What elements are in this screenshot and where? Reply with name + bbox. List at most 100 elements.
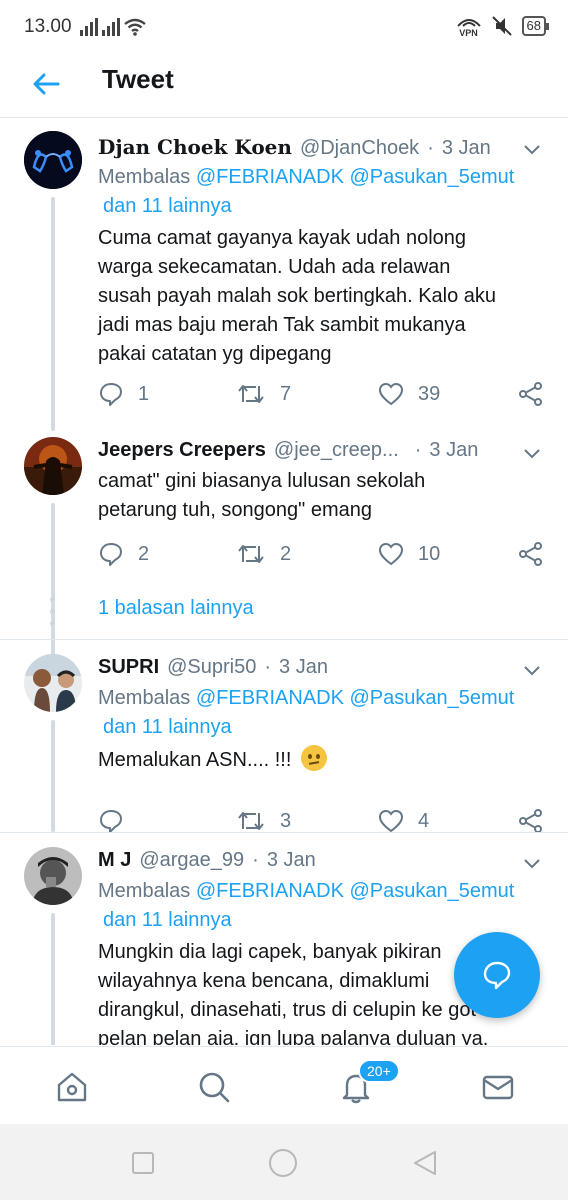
avatar[interactable] xyxy=(24,131,82,189)
mention-link[interactable]: @FEBRIANADK xyxy=(196,166,344,188)
tweet-text: Cuma camat gayanya kayak udah nolong war… xyxy=(98,227,497,365)
retweet-button[interactable]: 2 xyxy=(236,539,291,569)
mention-link[interactable]: @Pasukan_5emut xyxy=(350,880,515,902)
circle-icon xyxy=(269,1149,297,1177)
tweet-thread[interactable]: Djan Choek Koen @DjanChoek · 3 Jan Memba… xyxy=(0,119,568,1045)
vpn-icon: VPN xyxy=(456,14,482,38)
triangle-back-icon xyxy=(414,1151,436,1175)
display-name[interactable]: Jeepers Creepers xyxy=(98,439,266,462)
signal-2-icon xyxy=(102,16,120,36)
share-button[interactable] xyxy=(518,379,544,409)
tweet-header: Djan Choek Koen @DjanChoek · 3 Jan xyxy=(98,135,491,160)
avatar[interactable] xyxy=(24,847,82,905)
tweet-date: 3 Jan xyxy=(279,656,328,678)
chevron-down-icon[interactable] xyxy=(522,660,542,680)
show-more-replies-link[interactable]: 1 balasan lainnya xyxy=(98,597,254,620)
signal-icons xyxy=(80,14,146,36)
reply-context: Membalas @FEBRIANADK @Pasukan_5emut dan … xyxy=(98,166,515,217)
retweet-button[interactable]: 7 xyxy=(236,379,291,409)
like-button[interactable]: 39 xyxy=(378,379,440,409)
share-button[interactable] xyxy=(518,539,544,569)
thread-line xyxy=(51,720,55,832)
chevron-down-icon[interactable] xyxy=(522,853,542,873)
handle[interactable]: @argae_99 xyxy=(139,849,244,872)
battery-indicator: 68 xyxy=(521,16,550,36)
reply-icon xyxy=(100,383,122,406)
tweet-actions: 2 2 10 xyxy=(98,539,548,569)
reply-button[interactable]: 2 xyxy=(98,539,149,569)
top-app-bar: Tweet xyxy=(0,56,568,118)
mention-more-link[interactable]: dan 11 lainnya xyxy=(103,909,232,931)
tweet-date: 3 Jan xyxy=(266,849,316,871)
avatar[interactable] xyxy=(24,654,82,712)
vpn-label: VPN xyxy=(459,28,478,38)
confused-face-icon xyxy=(300,745,327,771)
heart-icon xyxy=(378,542,404,566)
tweet-text: camat" gini biasanya lulusan sekolah pet… xyxy=(98,470,426,521)
thread-line xyxy=(51,197,55,427)
signal-1-icon xyxy=(80,16,98,36)
avatar[interactable] xyxy=(24,437,82,495)
handle[interactable]: @DjanChoek xyxy=(300,137,419,160)
bottom-navigation: 20+ xyxy=(0,1046,568,1124)
chevron-down-icon[interactable] xyxy=(522,139,542,159)
retweet-icon xyxy=(238,545,264,563)
thread-line xyxy=(51,415,55,431)
nav-home[interactable] xyxy=(52,1067,92,1107)
tweet-header: SUPRI @Supri50 · 3 Jan xyxy=(98,656,328,679)
arrow-left-icon xyxy=(33,73,60,95)
tweet-jeepers-creepers[interactable]: Jeepers Creepers @jee_creep... · 3 Jan c… xyxy=(0,415,568,697)
compose-reply-button[interactable] xyxy=(454,932,540,1018)
mail-icon xyxy=(482,1075,514,1100)
nav-search[interactable] xyxy=(194,1067,234,1107)
chevron-down-icon[interactable] xyxy=(522,443,542,463)
tweet-header: M J @argae_99 · 3 Jan xyxy=(98,849,316,872)
display-name[interactable]: Djan Choek Koen xyxy=(98,135,292,159)
reply-icon xyxy=(100,543,122,566)
reply-context: Membalas @FEBRIANADK @Pasukan_5emut dan … xyxy=(98,880,515,931)
tweet-actions: 1 7 39 xyxy=(98,379,548,409)
mute-icon xyxy=(491,16,512,36)
share-icon xyxy=(519,382,542,406)
tweet-date: 3 Jan xyxy=(429,439,479,461)
chat-bubble-icon xyxy=(483,961,511,990)
nav-notifications[interactable]: 20+ xyxy=(336,1059,400,1107)
heart-icon xyxy=(378,809,404,833)
like-button[interactable]: 10 xyxy=(378,539,440,569)
mention-more-link[interactable]: dan 11 lainnya xyxy=(103,195,232,217)
mention-link[interactable]: @Pasukan_5emut xyxy=(350,166,515,188)
heart-icon xyxy=(378,382,404,406)
handle[interactable]: @Supri50 xyxy=(167,656,256,679)
reply-context: Membalas @FEBRIANADK @Pasukan_5emut dan … xyxy=(98,687,515,738)
reply-icon xyxy=(100,810,122,833)
tweet-djanchoek[interactable]: Djan Choek Koen @DjanChoek · 3 Jan Memba… xyxy=(0,119,568,427)
thread-dots xyxy=(50,597,56,626)
home-system-button[interactable] xyxy=(268,1148,298,1178)
share-icon xyxy=(519,542,542,566)
thread-line xyxy=(51,913,55,1045)
back-system-button[interactable] xyxy=(410,1148,440,1178)
back-button[interactable] xyxy=(28,66,64,102)
home-icon xyxy=(57,1072,87,1102)
mention-link[interactable]: @Pasukan_5emut xyxy=(350,687,515,709)
display-name[interactable]: M J xyxy=(98,849,131,872)
nav-messages[interactable] xyxy=(478,1067,518,1107)
retweet-icon xyxy=(238,385,264,403)
status-time: 13.00 xyxy=(24,16,72,37)
handle[interactable]: @jee_creep... xyxy=(274,439,399,462)
tweet-supri[interactable]: SUPRI @Supri50 · 3 Jan Membalas @FEBRIAN… xyxy=(0,640,568,833)
mention-link[interactable]: @FEBRIANADK xyxy=(196,880,344,902)
retweet-icon xyxy=(238,812,264,830)
recent-apps-button[interactable] xyxy=(128,1148,158,1178)
tweet-header: Jeepers Creepers @jee_creep... · 3 Jan xyxy=(98,439,479,462)
system-navigation-bar xyxy=(0,1124,568,1200)
reply-button[interactable]: 1 xyxy=(98,379,149,409)
display-name[interactable]: SUPRI xyxy=(98,656,159,679)
status-bar: 13.00 VPN 68 xyxy=(0,0,568,56)
mention-more-link[interactable]: dan 11 lainnya xyxy=(103,716,232,738)
status-right-icons: VPN 68 xyxy=(456,14,550,38)
wifi-icon xyxy=(124,18,146,36)
mention-link[interactable]: @FEBRIANADK xyxy=(196,687,344,709)
notifications-badge: 20+ xyxy=(358,1059,400,1083)
page-title: Tweet xyxy=(102,64,174,94)
